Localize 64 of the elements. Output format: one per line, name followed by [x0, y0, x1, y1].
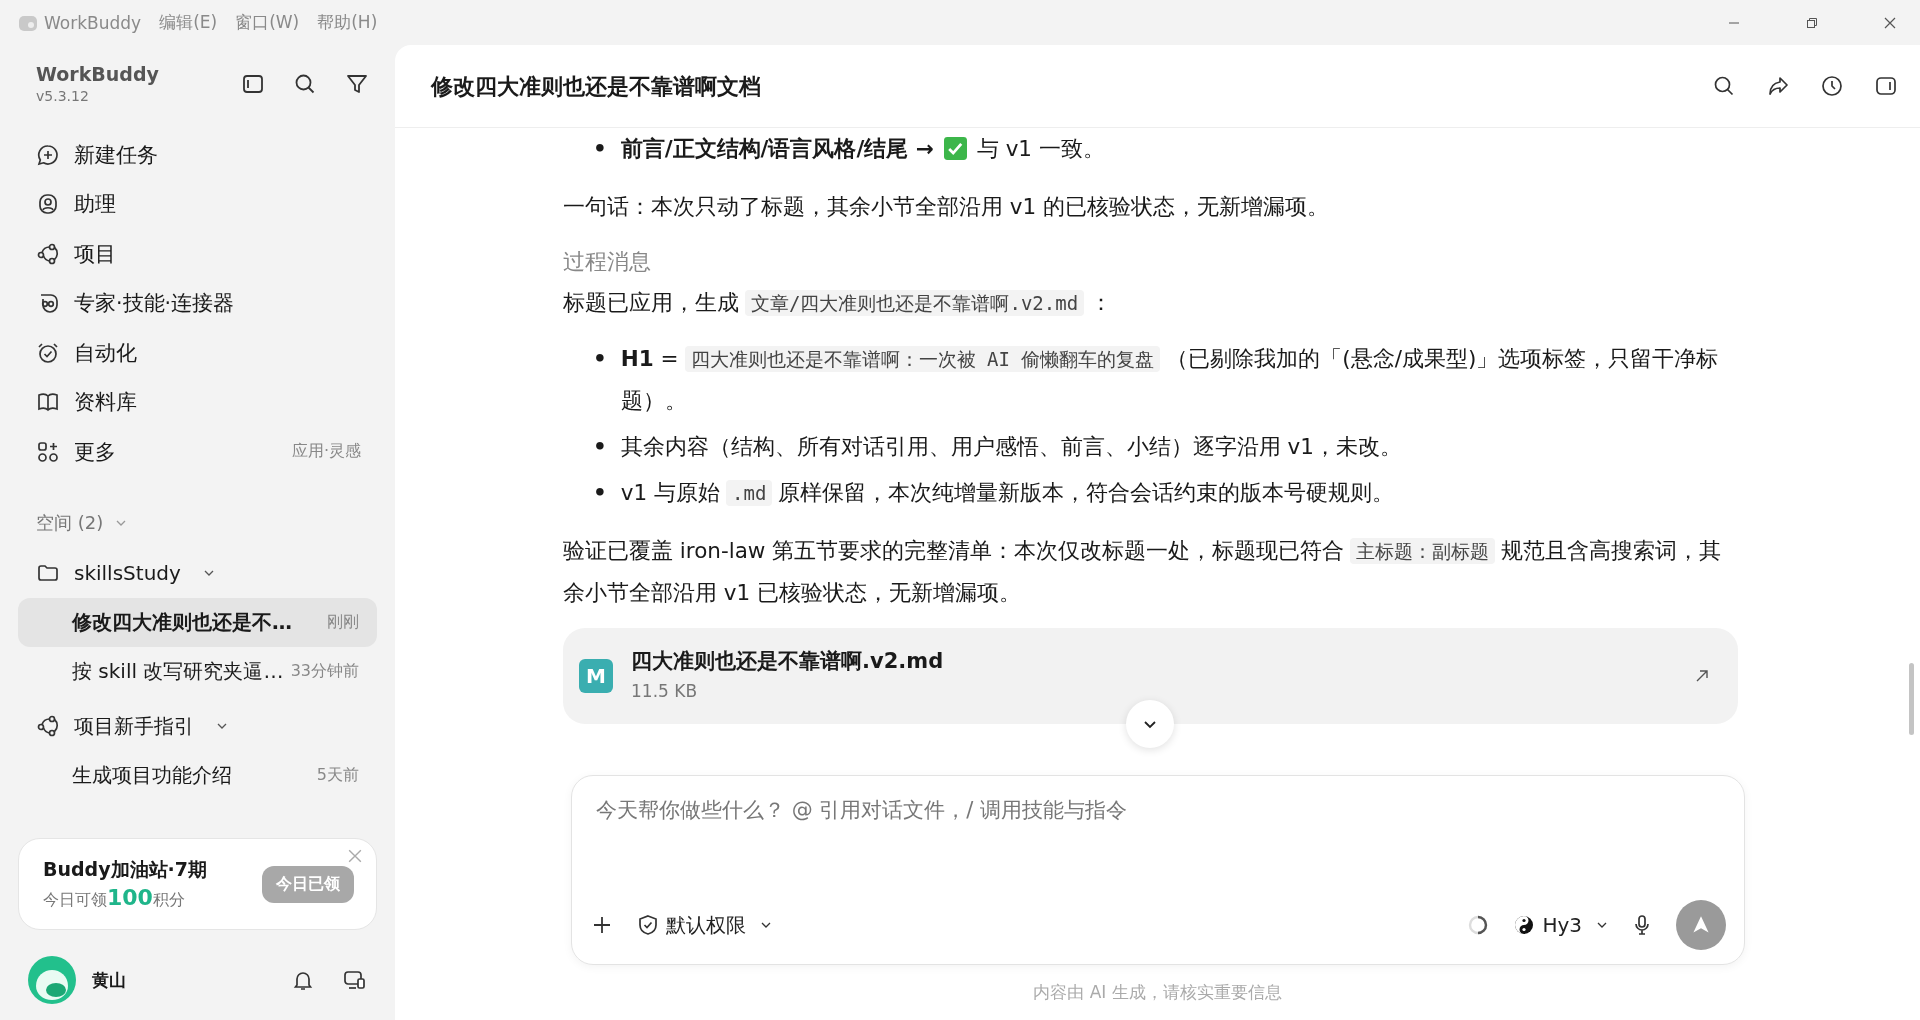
nodes-icon [36, 241, 60, 266]
message-composer[interactable]: 今天帮你做些什么？ @ 引用对话文件，/ 调用技能与指令 默认权限 Hy3 [571, 775, 1745, 965]
alarm-clock-icon [36, 340, 60, 365]
nodes-icon [36, 714, 60, 738]
nav-item[interactable]: 专家·技能·连接器 [18, 278, 377, 328]
search-icon[interactable] [1712, 74, 1736, 98]
bullet-text: 其余内容（结构、所有对话引用、用户感悟、前言、小结）逐字沿用 v1，未改。 [620, 433, 1403, 461]
share-icon[interactable] [1766, 74, 1790, 98]
inline-code: 文章/四大准则也还是不靠谱啊.v2.md [745, 290, 1085, 316]
file-size: 11.5 KB [631, 680, 699, 703]
disclaimer: 内容由 AI 生成，请核实重要信息 [1032, 981, 1283, 1004]
bullet-text: H1 = 四大准则也还是不靠谱啊：一次被 AI 偷懒翻车的复盘 （已剔除我加的「(悬念/成果型)」选项标签，只留干净标题）。 [620, 345, 1720, 415]
space-item[interactable]: skillsStudy [18, 548, 377, 598]
avatar-icon[interactable] [28, 956, 76, 1004]
bullet-text: v1 与原始 .md 原样保留，本次纯增量新版本，符合会话约束的版本号硬规则。 [620, 479, 1396, 508]
send-button[interactable] [1676, 900, 1726, 950]
panel-toggle-icon[interactable] [1874, 74, 1898, 98]
promo-title: Buddy加油站·7期 [43, 857, 209, 882]
nav-item[interactable]: 项目 [18, 229, 377, 279]
nav-item[interactable]: 自动化 [18, 328, 377, 378]
checkmark-icon [943, 137, 967, 160]
promo-subtitle: 今日可领100积分 [43, 885, 186, 911]
space-item[interactable]: 项目新手指引 [18, 701, 377, 751]
task-item[interactable]: 按 skill 改写研究夹逼… 33分钟前 [18, 646, 377, 696]
inline-code: 主标题：副标题 [1350, 538, 1496, 564]
restore-icon[interactable] [1806, 16, 1818, 29]
bullet-marker: • [593, 479, 607, 507]
close-icon[interactable] [1884, 16, 1896, 29]
section-label: 过程消息 [563, 248, 652, 276]
bullet-marker: • [593, 345, 607, 373]
chat-plus-icon [36, 142, 60, 167]
file-card[interactable]: M 四大准则也还是不靠谱啊.v2.md 11.5 KB [563, 628, 1738, 724]
bullet-marker: • [593, 433, 607, 461]
permission-dropdown[interactable]: 默认权限 [636, 911, 772, 939]
nav-hint: 应用·灵感 [291, 441, 361, 463]
app-title: WorkBuddy [36, 63, 160, 85]
open-external-icon[interactable] [1694, 668, 1710, 684]
markdown-file-icon: M [579, 659, 613, 693]
paragraph: 一句话：本次只动了标题，其余小节全部沿用 v1 的已核验状态，无新增漏项。 [563, 193, 1331, 221]
nav-item[interactable]: 资料库 [18, 377, 377, 427]
spaces-header[interactable]: 空间 (2) [36, 510, 104, 535]
apps-icon [36, 439, 60, 464]
file-name: 四大准则也还是不靠谱啊.v2.md [631, 648, 944, 675]
nav-item[interactable]: 新建任务 [18, 130, 377, 180]
scrollbar-thumb[interactable] [1909, 663, 1914, 735]
bullet-marker: • [593, 135, 607, 163]
user-name: 黄山 [92, 968, 126, 992]
model-dropdown[interactable]: Hy3 [1512, 913, 1608, 937]
paragraph: 标题已应用，生成 文章/四大准则也还是不靠谱啊.v2.md ： [563, 289, 1114, 318]
inline-code: 四大准则也还是不靠谱啊：一次被 AI 偷懒翻车的复盘 [684, 346, 1161, 372]
inline-code: .md [726, 480, 773, 506]
nav-item[interactable]: 更多 应用·灵感 [18, 427, 377, 477]
task-item[interactable]: 修改四大准则也还是不… 刚刚 [18, 597, 377, 647]
person-icon [36, 192, 60, 217]
nav-item[interactable]: 助理 [18, 179, 377, 229]
shield-check-icon [636, 913, 660, 937]
version-label: v5.3.12 [36, 88, 90, 104]
paragraph: 验证已覆盖 iron-law 第五节要求的完整清单：本次仅改标题一处，标题现已符合 主标题：副标题 规范且含高搜索词，其余小节全部沿用 v1 已核验状态，无新增漏项。 [563, 537, 1723, 607]
chat-title: 修改四大准则也还是不靠谱啊文档 [431, 72, 761, 101]
devices-icon[interactable] [343, 968, 367, 992]
task-item[interactable]: 生成项目功能介绍 5天前 [18, 750, 377, 800]
app-name: WorkBuddy [44, 12, 142, 33]
history-icon[interactable] [1820, 74, 1844, 98]
bullet-text: 前言/正文结构/语言风格/结尾 → 与 v1 一致。 [620, 135, 1106, 163]
